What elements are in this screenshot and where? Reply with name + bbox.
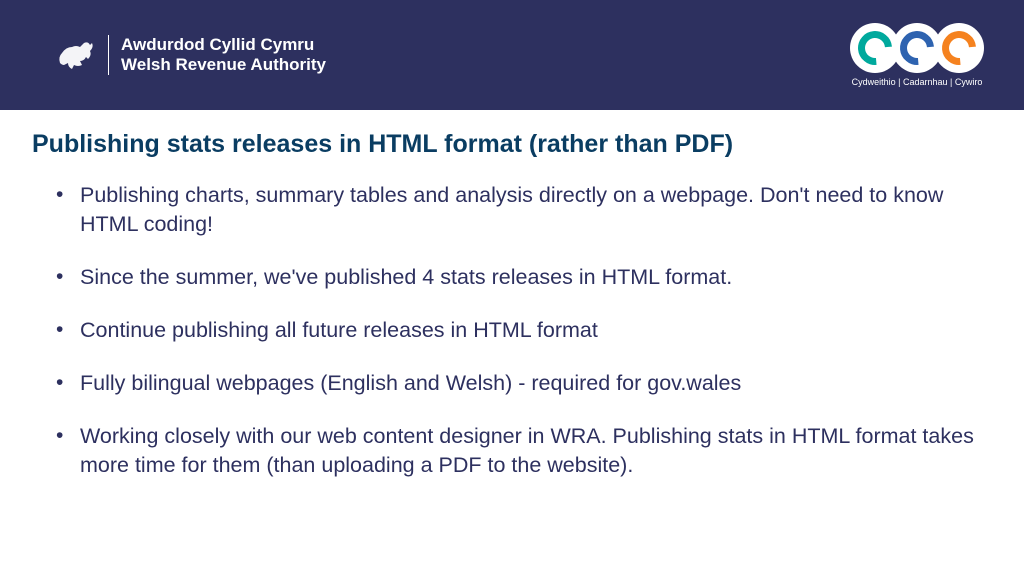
list-item: Working closely with our web content des… <box>60 422 992 480</box>
c-circle-teal-icon <box>850 23 900 73</box>
logo-divider <box>108 35 109 75</box>
list-item: Publishing charts, summary tables and an… <box>60 181 992 239</box>
list-item: Continue publishing all future releases … <box>60 316 992 345</box>
ccc-circles-icon <box>850 23 984 73</box>
slide-title: Publishing stats releases in HTML format… <box>32 130 992 159</box>
ccc-tagline: Cydweithio | Cadarnhau | Cywiro <box>852 77 983 87</box>
slide-header: Awdurdod Cyllid Cymru Welsh Revenue Auth… <box>0 0 1024 110</box>
org-name-welsh: Awdurdod Cyllid Cymru <box>121 35 326 55</box>
list-item: Fully bilingual webpages (English and We… <box>60 369 992 398</box>
ccc-logo: Cydweithio | Cadarnhau | Cywiro <box>850 23 984 87</box>
slide-content: Publishing stats releases in HTML format… <box>0 110 1024 480</box>
c-circle-orange-icon <box>934 23 984 73</box>
c-circle-blue-icon <box>892 23 942 73</box>
org-name-english: Welsh Revenue Authority <box>121 55 326 75</box>
welsh-dragon-icon <box>56 37 96 73</box>
org-name-block: Awdurdod Cyllid Cymru Welsh Revenue Auth… <box>121 35 326 76</box>
bullet-list: Publishing charts, summary tables and an… <box>32 181 992 480</box>
list-item: Since the summer, we've published 4 stat… <box>60 263 992 292</box>
wra-logo: Awdurdod Cyllid Cymru Welsh Revenue Auth… <box>56 35 326 76</box>
